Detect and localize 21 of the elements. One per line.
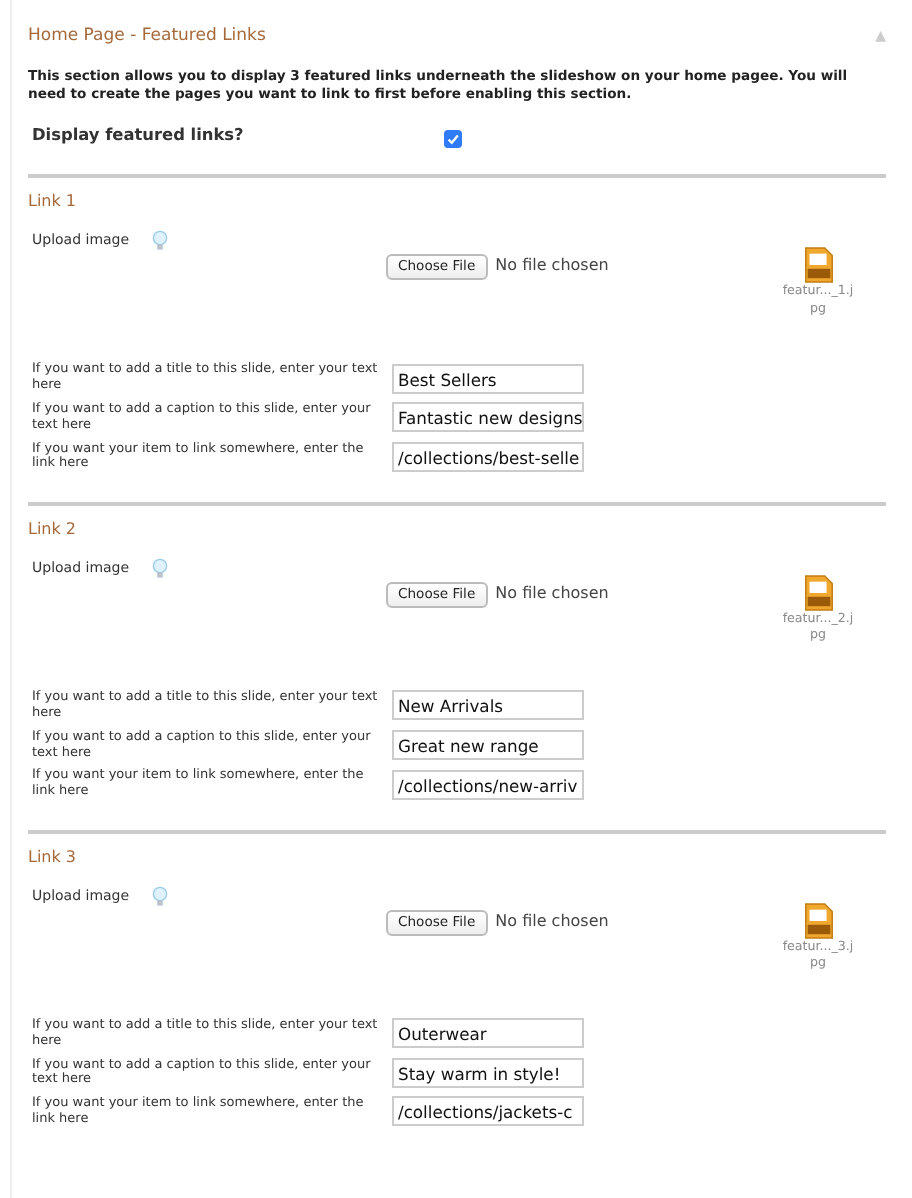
link-heading: Link 1 — [28, 190, 79, 215]
checkbox[interactable] — [444, 130, 462, 149]
text-field[interactable]: Great new range — [392, 730, 584, 761]
text-field[interactable]: /collections/new-arriv — [392, 769, 584, 800]
link-heading: Link 3 — [28, 845, 79, 870]
text-field[interactable]: /collections/jackets-c — [392, 1096, 584, 1127]
jpg-file-icon[interactable] — [801, 901, 835, 940]
jpg-file-icon[interactable] — [801, 574, 835, 613]
jpg-file-icon[interactable] — [801, 246, 835, 285]
link-heading: Link 2 — [28, 518, 79, 543]
text-field[interactable]: /collections/best-selle — [392, 441, 584, 472]
text-field[interactable]: Best Sellers — [392, 363, 584, 394]
section-title: Home Page - Featured Links — [28, 24, 266, 50]
text-field[interactable]: Fantastic new designs — [392, 402, 584, 433]
checkbox-label: Display featured links? — [30, 122, 246, 148]
text-field[interactable]: Outerwear — [392, 1018, 584, 1049]
file-status: No file chosen — [495, 909, 609, 934]
text-field[interactable]: New Arrivals — [392, 690, 584, 721]
file-status: No file chosen — [495, 582, 609, 607]
text-field[interactable]: Stay warm in style! — [392, 1057, 584, 1088]
file-status: No file chosen — [495, 254, 609, 279]
